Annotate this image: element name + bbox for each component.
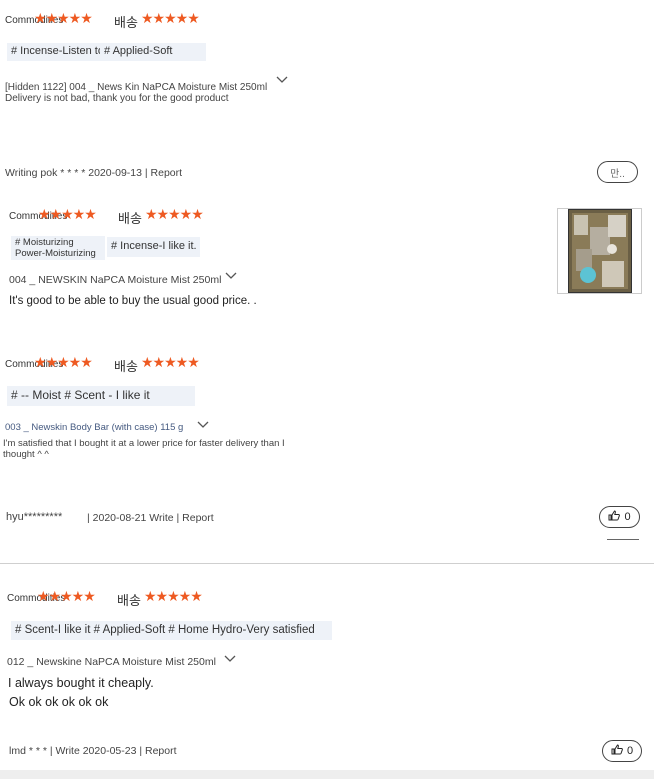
chevron-down-icon[interactable] <box>225 272 237 283</box>
review-meta: | 2020-08-21 Write | Report <box>87 512 214 524</box>
product-photo-icon <box>568 209 632 293</box>
delivery-stars: ★★★★★ <box>141 354 200 370</box>
bottom-bar <box>0 770 654 779</box>
product-stars: ★★★★★ <box>37 588 96 604</box>
product-stars: ★★★★★ <box>34 10 93 26</box>
review-tag: # Applied-Soft <box>100 43 206 61</box>
review-user: hyu********* <box>6 511 63 523</box>
review-text: Delivery is not bad, thank you for the g… <box>5 93 229 104</box>
delivery-stars: ★★★★★ <box>141 10 200 26</box>
review-rating-row: Commodities ★★★★★ 배송 ★★★★★ <box>0 354 300 374</box>
chevron-down-icon[interactable] <box>197 421 209 432</box>
thumbs-up-icon <box>608 510 621 524</box>
like-button[interactable]: 만.. <box>597 161 638 183</box>
review-rating-row: Commodities ★★★★★ 배송 ★★★★★ <box>0 10 300 30</box>
review-meta: Writing pok * * * * 2020-09-13 | Report <box>5 167 183 179</box>
review-tag: # Scent-I like it # Applied-Soft # Home … <box>11 621 332 640</box>
like-label: 만.. <box>610 168 625 180</box>
delivery-stars: ★★★★★ <box>144 588 203 604</box>
like-button[interactable]: 0 <box>602 740 642 762</box>
product-stars: ★★★★★ <box>34 354 93 370</box>
separator-mark <box>607 539 639 540</box>
delivery-stars: ★★★★★ <box>145 206 204 222</box>
review-rating-row: Commodities ★★★★★ 배송 ★★★★★ <box>0 588 300 608</box>
review-text-line: I always bought it cheaply. <box>8 676 154 690</box>
like-count: 0 <box>624 511 631 523</box>
review-text: It's good to be able to buy the usual go… <box>9 295 257 307</box>
review-option: 003 _ Newskin Body Bar (with case) 115 g <box>5 422 184 433</box>
review-photo[interactable] <box>557 208 642 294</box>
review-rating-row: Commodities ★★★★★ 배송 ★★★★★ <box>0 206 300 226</box>
delivery-label: 배송 <box>114 359 138 374</box>
thumbs-up-icon <box>611 744 623 758</box>
review-option: 012 _ Newskine NaPCA Moisture Mist 250ml <box>7 656 216 668</box>
review-option: 004 _ NEWSKIN NaPCA Moisture Mist 250ml <box>9 274 222 286</box>
review-text-line: thought ^ ^ <box>3 449 49 460</box>
delivery-label: 배송 <box>114 15 138 30</box>
delivery-label: 배송 <box>118 211 142 226</box>
review-tag: # Incense-I like it. <box>107 237 200 257</box>
review-text-line: Ok ok ok ok ok ok <box>9 695 109 709</box>
like-count: 0 <box>626 745 634 757</box>
review-tag: # -- Moist # Scent - I like it <box>7 386 195 406</box>
section-divider <box>0 563 654 564</box>
like-button[interactable]: 0 <box>599 506 640 528</box>
delivery-label: 배송 <box>117 593 141 608</box>
product-stars: ★★★★★ <box>38 206 97 222</box>
review-option: [Hidden 1122] 004 _ News Kin NaPCA Moist… <box>5 82 268 93</box>
review-meta: lmd * * * | Write 2020-05-23 | Report <box>9 745 177 757</box>
review-tag: # Moisturizing Power-Moisturizing <box>11 236 105 260</box>
chevron-down-icon[interactable] <box>276 76 288 87</box>
chevron-down-icon[interactable] <box>224 655 236 666</box>
review-text-line: I'm satisfied that I bought it at a lowe… <box>3 438 285 449</box>
